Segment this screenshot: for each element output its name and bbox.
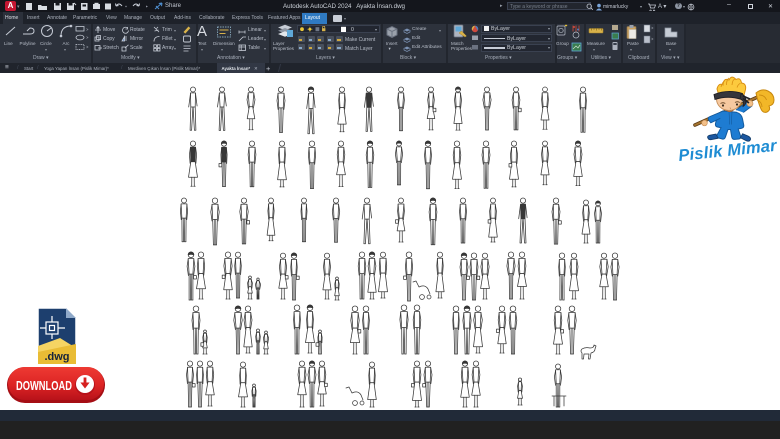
svg-text:DOWNLOAD: DOWNLOAD	[16, 378, 72, 393]
svg-text:Pislik Mimar: Pislik Mimar	[678, 137, 779, 165]
svg-text:.dwg: .dwg	[44, 351, 69, 363]
